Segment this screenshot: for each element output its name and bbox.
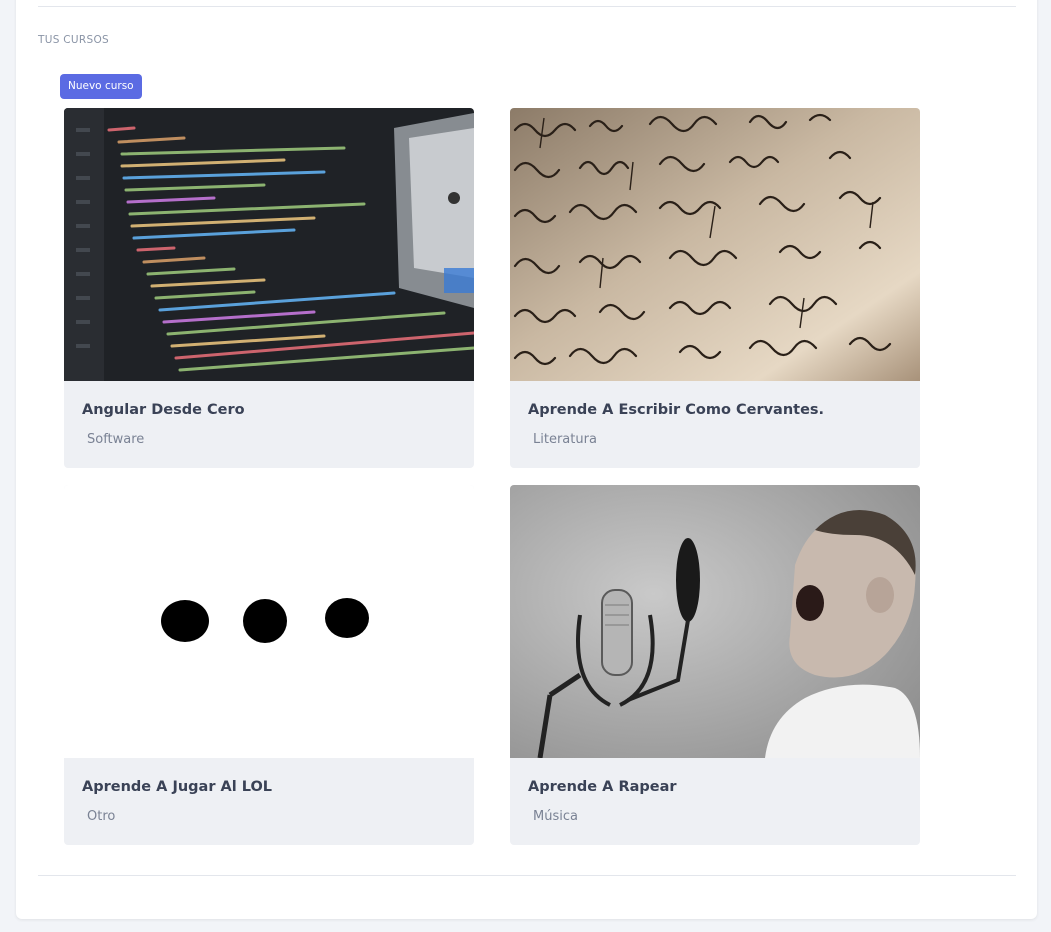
- course-image-handwritten-letter: [510, 108, 920, 381]
- course-image-code-editor: [64, 108, 474, 381]
- course-title[interactable]: Aprende A Jugar Al LOL: [82, 779, 272, 795]
- section-title: TUS CURSOS: [38, 34, 110, 46]
- course-card[interactable]: Aprende A Escribir Como Cervantes. Liter…: [510, 108, 920, 468]
- course-title[interactable]: Aprende A Rapear: [528, 779, 677, 795]
- course-image-boy-microphone: [510, 485, 920, 758]
- course-card[interactable]: Aprende A Jugar Al LOL Otro: [64, 485, 474, 845]
- new-course-button[interactable]: Nuevo curso: [60, 74, 142, 99]
- course-title[interactable]: Aprende A Escribir Como Cervantes.: [528, 402, 824, 418]
- course-image-three-dots: [64, 485, 474, 758]
- course-category: Software: [87, 432, 145, 447]
- course-category: Música: [533, 809, 578, 824]
- bottom-divider: [38, 875, 1016, 876]
- top-divider: [38, 6, 1016, 7]
- course-card[interactable]: Aprende A Rapear Música: [510, 485, 920, 845]
- course-category: Literatura: [533, 432, 597, 447]
- course-title[interactable]: Angular Desde Cero: [82, 402, 245, 418]
- course-card[interactable]: Angular Desde Cero Software: [64, 108, 474, 468]
- course-category: Otro: [87, 809, 116, 824]
